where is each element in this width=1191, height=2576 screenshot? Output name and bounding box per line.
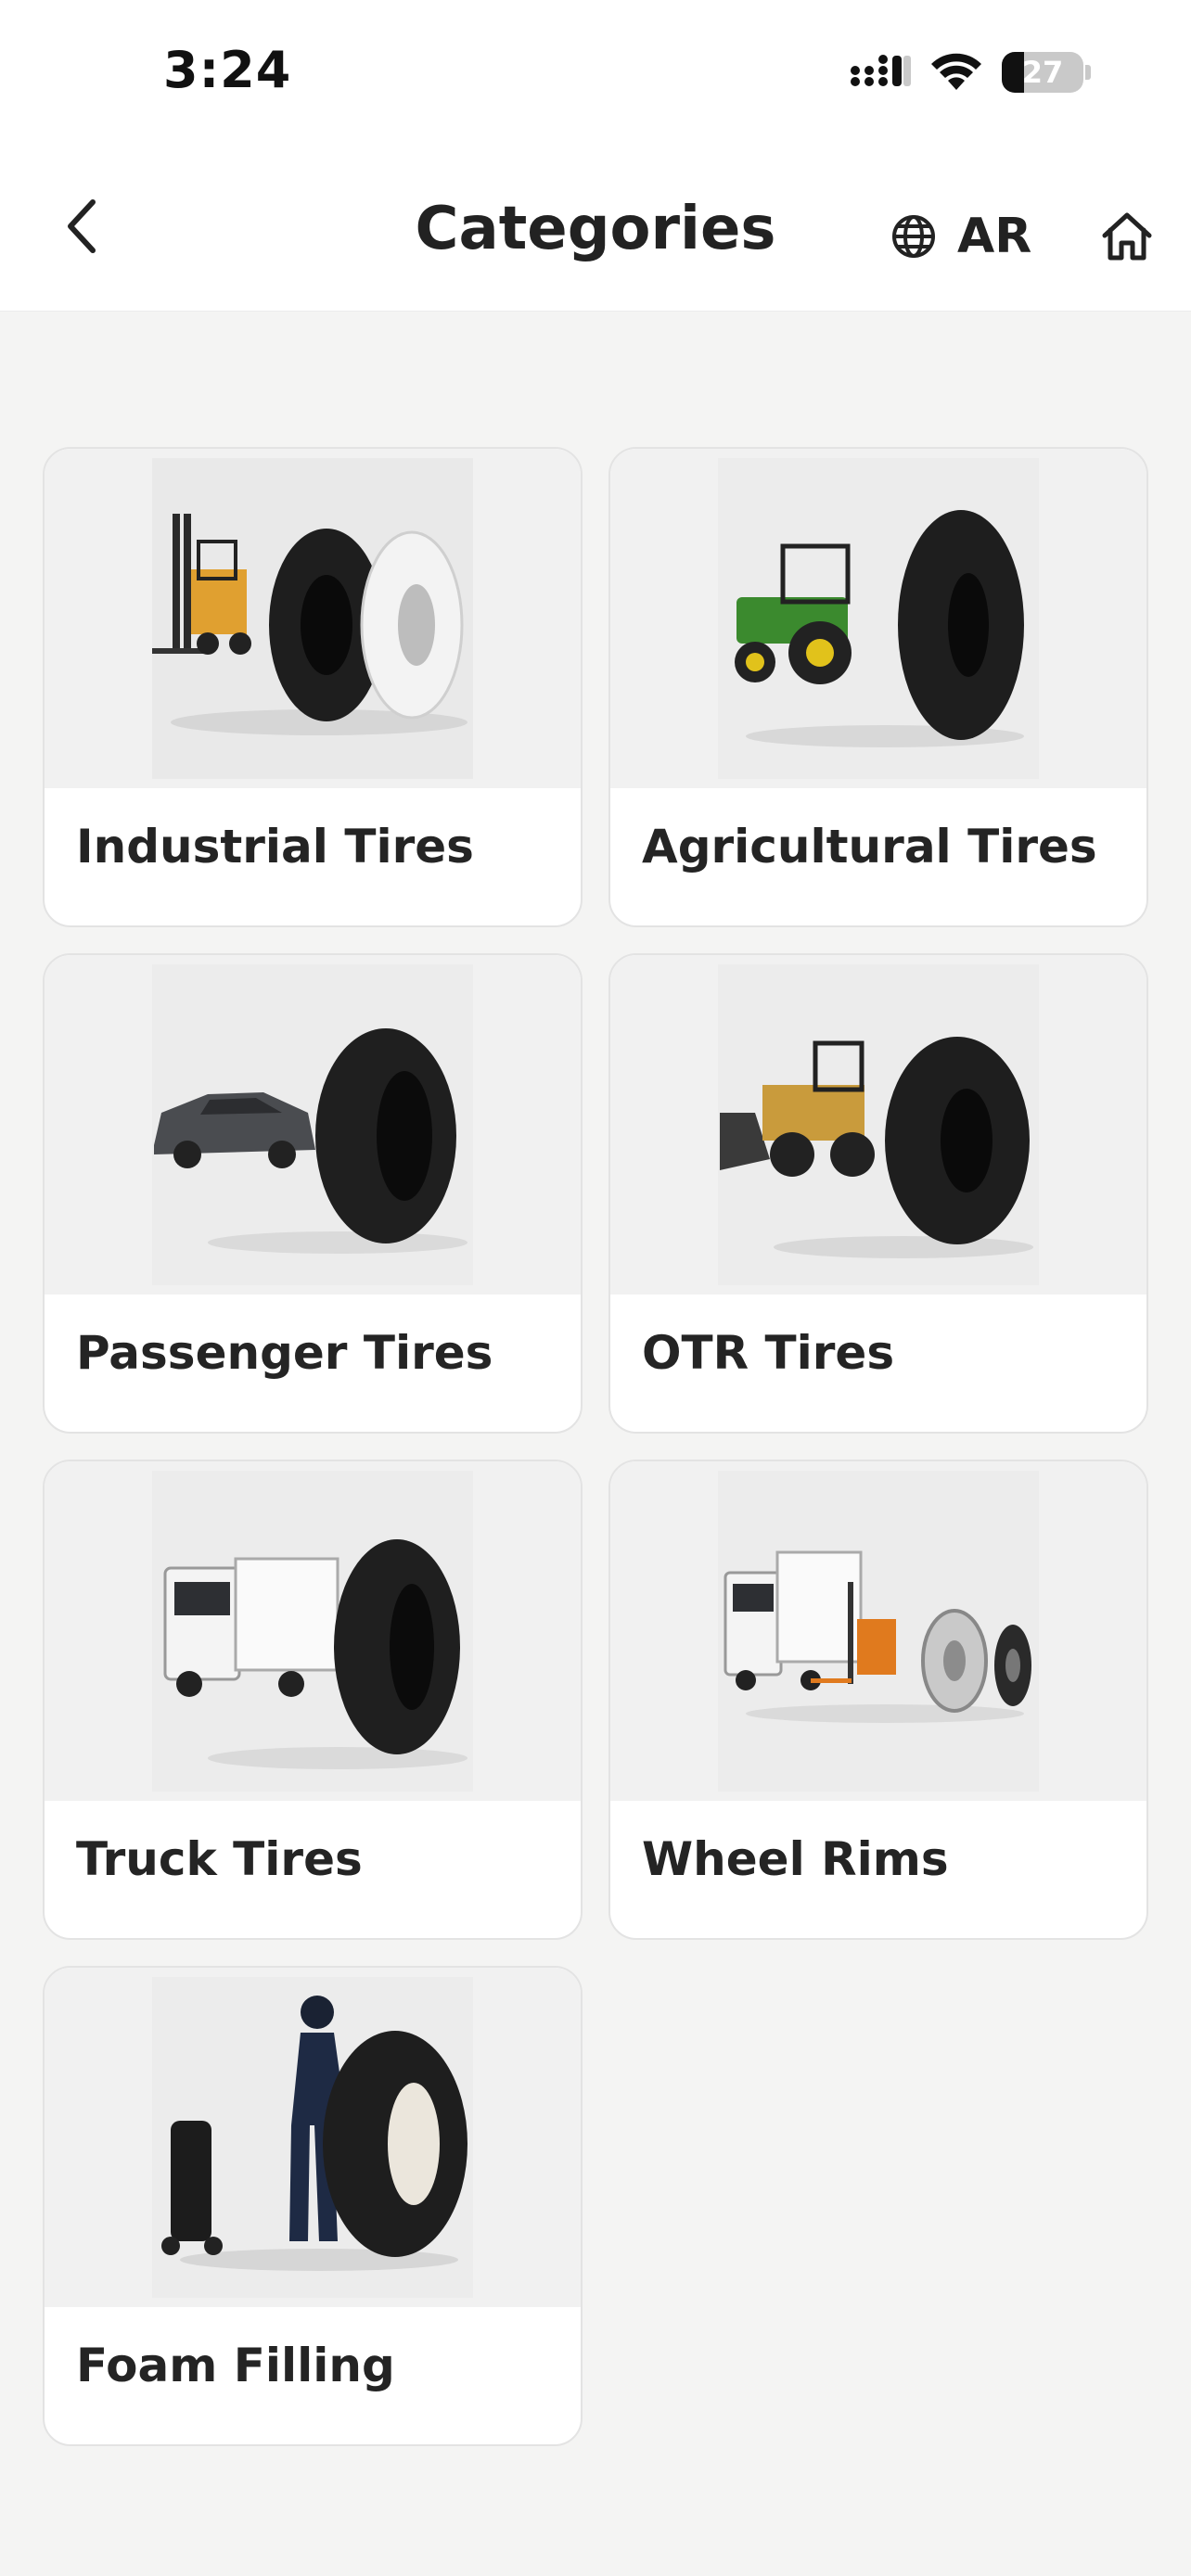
category-card-agricultural-tires[interactable]: Agricultural Tires xyxy=(608,447,1148,927)
language-toggle-button[interactable]: AR xyxy=(890,204,1031,269)
language-label: AR xyxy=(957,209,1032,264)
status-time: 3:24 xyxy=(163,41,292,99)
home-icon xyxy=(1102,212,1152,261)
forklift-and-industrial-tires-image xyxy=(45,449,581,788)
category-card-foam-filling[interactable]: Foam Filling xyxy=(43,1966,583,2446)
nav-bar: Categories AR xyxy=(0,148,1191,312)
category-card-passenger-tires[interactable]: Passenger Tires xyxy=(43,953,583,1434)
wheel-loader-and-otr-tire-image xyxy=(610,955,1146,1294)
categories-grid: Industrial Tires Agricultural Tires Pass… xyxy=(43,447,1148,2446)
worker-foam-filling-tire-image xyxy=(45,1968,581,2307)
category-label: Passenger Tires xyxy=(76,1326,493,1380)
car-and-passenger-tire-image xyxy=(45,955,581,1294)
battery-indicator: 27 xyxy=(1002,52,1083,93)
truck-forklift-and-wheel-rims-image xyxy=(610,1461,1146,1801)
category-card-industrial-tires[interactable]: Industrial Tires xyxy=(43,447,583,927)
category-label: Agricultural Tires xyxy=(642,820,1097,874)
cellular-signal-icon xyxy=(851,55,911,86)
category-label: Industrial Tires xyxy=(76,820,474,874)
tractor-and-agricultural-tire-image xyxy=(610,449,1146,788)
status-bar: 3:24 27 xyxy=(0,0,1191,148)
truck-and-truck-tire-image xyxy=(45,1461,581,1801)
category-label: Truck Tires xyxy=(76,1832,363,1886)
wifi-icon xyxy=(931,53,981,90)
status-icons: 27 xyxy=(850,46,1091,98)
home-button[interactable] xyxy=(1095,204,1159,269)
globe-icon xyxy=(892,215,935,258)
category-label: Foam Filling xyxy=(76,2339,395,2392)
battery-level: 27 xyxy=(1021,55,1064,90)
category-label: OTR Tires xyxy=(642,1326,895,1380)
category-card-truck-tires[interactable]: Truck Tires xyxy=(43,1460,583,1940)
category-label: Wheel Rims xyxy=(642,1832,949,1886)
category-card-otr-tires[interactable]: OTR Tires xyxy=(608,953,1148,1434)
category-card-wheel-rims[interactable]: Wheel Rims xyxy=(608,1460,1148,1940)
